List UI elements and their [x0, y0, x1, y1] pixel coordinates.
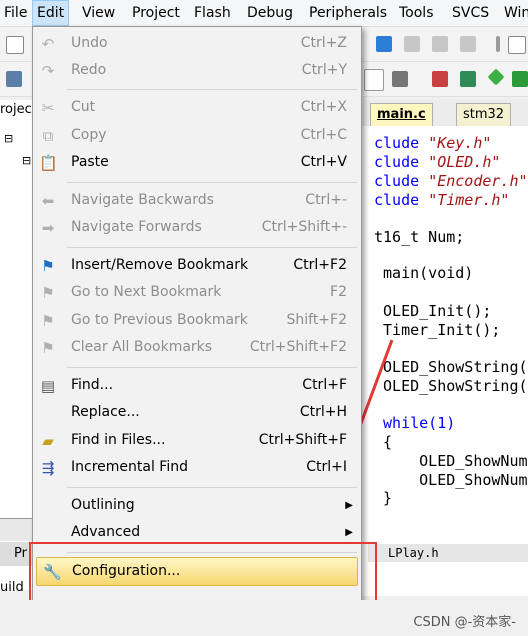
menu-separator	[67, 487, 357, 488]
menu-item-clear-bookmarks[interactable]: ⚑ Clear All Bookmarks Ctrl+Shift+F2	[33, 334, 361, 361]
menu-item-navigate-backwards[interactable]: ⬅ Navigate Backwards Ctrl+-	[33, 187, 361, 214]
menu-separator	[67, 182, 357, 183]
incremental-find-icon: ⇶	[41, 459, 55, 477]
arrow-right-icon: ➡	[41, 219, 55, 237]
status-area: CSDN @-资本家-	[0, 600, 528, 636]
find-in-files-icon: ▰	[42, 432, 54, 450]
undo-icon: ↶	[41, 35, 55, 53]
menu-item-previous-bookmark[interactable]: ⚑ Go to Previous Bookmark Shift+F2	[33, 307, 361, 334]
menu-item-incremental-find[interactable]: ⇶ Incremental Find Ctrl+I	[33, 454, 361, 481]
menu-item-outlining[interactable]: Outlining ▶	[33, 492, 361, 519]
copy-icon: ⧉	[42, 127, 54, 145]
annotation-highlight-box	[29, 542, 377, 604]
arrow-left-icon: ⬅	[41, 192, 55, 210]
menu-item-undo[interactable]: ↶ Undo Ctrl+Z	[33, 30, 361, 57]
menu-item-redo[interactable]: ↷ Redo Ctrl+Y	[33, 57, 361, 84]
paste-icon: 📋	[39, 154, 58, 172]
bookmark-flag-icon: ⚑	[41, 257, 55, 275]
bookmark-clear-icon: ⚑	[41, 339, 55, 357]
menu-item-copy[interactable]: ⧉ Copy Ctrl+C	[33, 122, 361, 149]
menu-item-cut[interactable]: ✂ Cut Ctrl+X	[33, 94, 361, 121]
bookmark-prev-icon: ⚑	[41, 312, 55, 330]
menu-item-replace[interactable]: Replace... Ctrl+H	[33, 399, 361, 426]
find-icon: ▤	[40, 377, 56, 395]
menu-item-navigate-forwards[interactable]: ➡ Navigate Forwards Ctrl+Shift+-	[33, 214, 361, 241]
menu-item-find-in-files[interactable]: ▰ Find in Files... Ctrl+Shift+F	[33, 427, 361, 454]
menu-separator	[67, 89, 357, 90]
redo-icon: ↷	[41, 62, 55, 80]
menu-item-paste[interactable]: 📋 Paste Ctrl+V	[33, 149, 361, 176]
cut-icon: ✂	[41, 99, 55, 117]
watermark: CSDN @-资本家-	[413, 615, 516, 630]
menu-item-find[interactable]: ▤ Find... Ctrl+F	[33, 372, 361, 399]
submenu-arrow-icon: ▶	[345, 500, 353, 511]
menu-separator	[67, 367, 357, 368]
menu-separator	[67, 247, 357, 248]
menu-item-insert-remove-bookmark[interactable]: ⚑ Insert/Remove Bookmark Ctrl+F2	[33, 252, 361, 279]
edit-menu-dropdown: ↶ Undo Ctrl+Z ↷ Redo Ctrl+Y ✂ Cut Ctrl+X…	[32, 26, 362, 602]
bookmark-next-icon: ⚑	[41, 284, 55, 302]
menu-item-next-bookmark[interactable]: ⚑ Go to Next Bookmark F2	[33, 279, 361, 306]
